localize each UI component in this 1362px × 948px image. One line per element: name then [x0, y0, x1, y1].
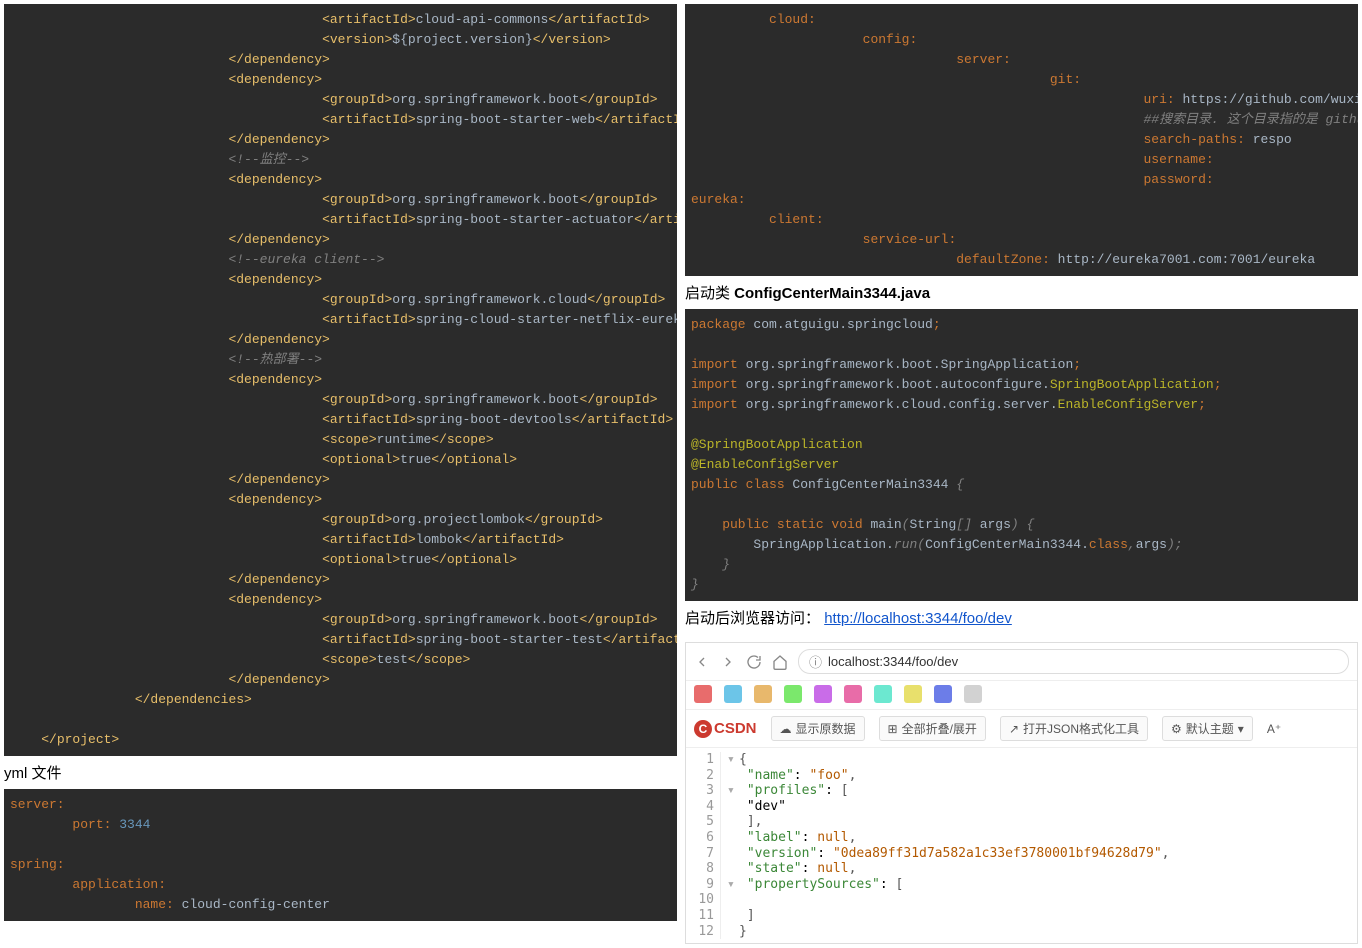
url-bar[interactable]: ⓘ localhost:3344/foo/dev	[798, 649, 1349, 674]
access-line: 启动后浏览器访问： http://localhost:3344/foo/dev	[685, 601, 1358, 634]
browser-mock: ⓘ localhost:3344/foo/dev CCSDN	[685, 642, 1358, 944]
info-icon: ⓘ	[809, 652, 822, 671]
fold-icon: ⊞	[888, 722, 898, 736]
csdn-logo: CCSDN	[694, 720, 757, 738]
pom-xml-block: <artifactId>cloud-api-commons</artifactI…	[4, 4, 677, 756]
reload-icon[interactable]	[746, 654, 762, 670]
theme-select[interactable]: ⚙默认主题▾	[1162, 716, 1253, 741]
gear-icon: ⚙	[1171, 722, 1182, 736]
left-column: <artifactId>cloud-api-commons</artifactI…	[0, 0, 681, 948]
home-icon[interactable]	[772, 654, 788, 670]
json-toolbar: CCSDN ☁显示原数据 ⊞全部折叠/展开 ↗打开JSON格式化工具 ⚙默认主题…	[686, 710, 1357, 748]
browser-nav-bar: ⓘ localhost:3344/foo/dev	[686, 643, 1357, 681]
access-link[interactable]: http://localhost:3344/foo/dev	[824, 610, 1012, 627]
json-viewer: 1▾{2 "name": "foo",3▾ "profiles": [4 "de…	[686, 748, 1357, 943]
show-raw-button[interactable]: ☁显示原数据	[771, 716, 865, 741]
yml-label: yml 文件	[4, 756, 677, 789]
right-column: cloud: config: server: git: uri: https:/	[681, 0, 1362, 948]
fold-all-button[interactable]: ⊞全部折叠/展开	[879, 716, 986, 741]
open-json-tool-button[interactable]: ↗打开JSON格式化工具	[1000, 716, 1148, 741]
font-increase-button[interactable]: A⁺	[1267, 722, 1281, 736]
forward-icon[interactable]	[720, 654, 736, 670]
cloud-icon: ☁	[780, 722, 792, 736]
bookmarks-bar	[686, 681, 1357, 710]
java-block: package com.atguigu.springcloud; import …	[685, 309, 1358, 601]
yml-block-1: server: port: 3344 spring: application: …	[4, 789, 677, 921]
yml-block-2: cloud: config: server: git: uri: https:/	[685, 4, 1358, 276]
chevron-down-icon: ▾	[1238, 722, 1244, 736]
back-icon[interactable]	[694, 654, 710, 670]
java-label: 启动类 ConfigCenterMain3344.java	[685, 276, 1358, 309]
external-icon: ↗	[1009, 722, 1019, 736]
